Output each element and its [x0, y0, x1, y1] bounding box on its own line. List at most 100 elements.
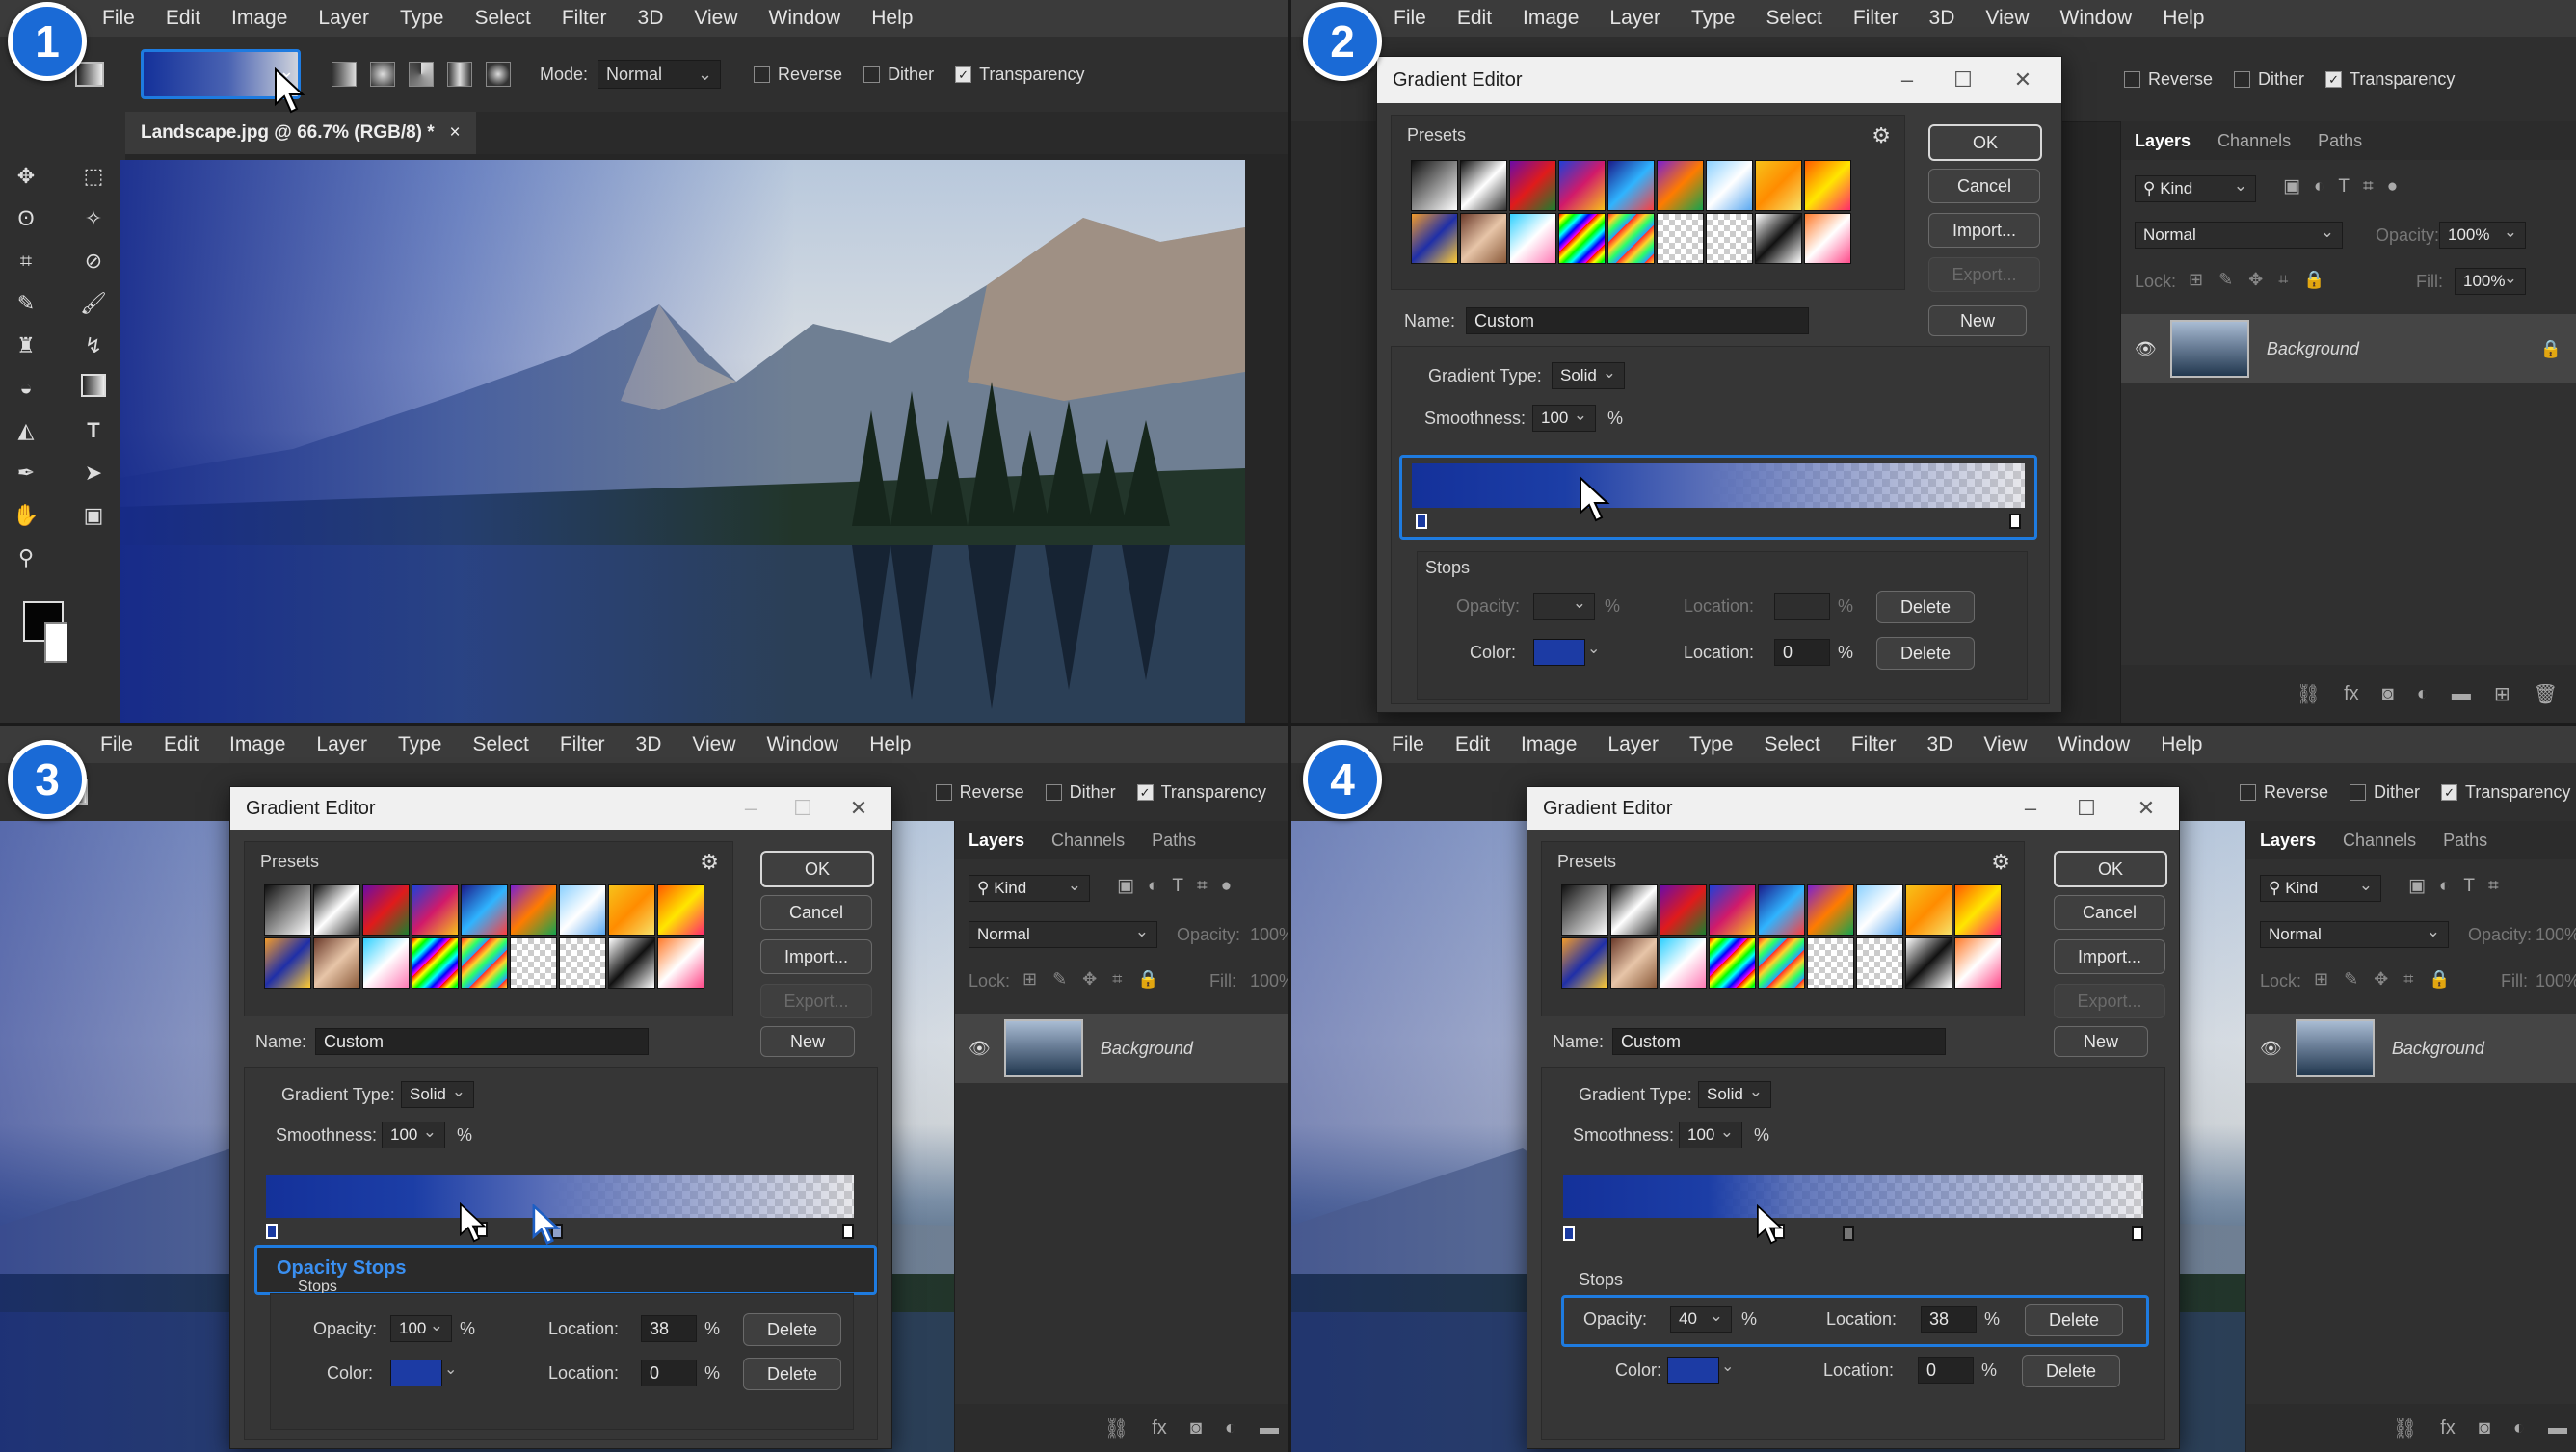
dither-checkbox[interactable]: Dither	[863, 65, 934, 85]
menu-view[interactable]: View	[1970, 7, 2044, 30]
preset-swatch[interactable]	[1709, 937, 1756, 989]
smoothness-select[interactable]: 100	[382, 1122, 445, 1148]
color-stop-right[interactable]	[842, 1224, 854, 1239]
layer-fill-field[interactable]: 100%	[2455, 268, 2526, 295]
preset-swatch[interactable]	[1758, 937, 1805, 989]
dither-checkbox[interactable]: Dither	[2350, 782, 2420, 803]
preset-swatch[interactable]	[1807, 884, 1854, 936]
trash-icon[interactable]: 🗑	[2534, 682, 2558, 706]
name-field[interactable]: Custom	[1466, 307, 1809, 334]
import-button[interactable]: Import...	[760, 939, 872, 974]
fx-icon[interactable]: fx	[2440, 1417, 2456, 1439]
preset-swatch[interactable]	[1755, 213, 1802, 264]
stop-color-swatch[interactable]	[1667, 1357, 1719, 1384]
preset-swatch[interactable]	[1905, 884, 1952, 936]
preset-swatch[interactable]	[1558, 160, 1606, 211]
document-tab[interactable]: Landscape.jpg @ 66.7% (RGB/8) * ×	[125, 112, 476, 154]
menu-filter[interactable]: Filter	[1836, 733, 1912, 756]
menu-filter[interactable]: Filter	[544, 733, 621, 756]
close-icon[interactable]: ✕	[2127, 787, 2165, 830]
menu-view[interactable]: View	[678, 7, 753, 30]
color-stop-right[interactable]	[2132, 1226, 2143, 1241]
canvas-landscape-image[interactable]	[120, 160, 1245, 723]
menu-edit[interactable]: Edit	[150, 7, 216, 30]
slice-tool-icon[interactable]: ⊘	[79, 247, 108, 276]
menu-type[interactable]: Type	[383, 733, 458, 756]
menu-window[interactable]: Window	[2043, 733, 2146, 756]
tab-paths[interactable]: Paths	[1138, 831, 1209, 851]
preset-swatch[interactable]	[608, 937, 655, 989]
folder-icon[interactable]: ▬	[1260, 1417, 1279, 1439]
ok-button[interactable]: OK	[1928, 124, 2042, 161]
close-icon[interactable]: ✕	[2004, 57, 2042, 103]
folder-icon[interactable]: ▬	[2548, 1417, 2567, 1439]
preset-swatch[interactable]	[510, 937, 557, 989]
preset-swatch[interactable]	[1954, 937, 2002, 989]
color-location-field[interactable]: 0	[1774, 639, 1830, 666]
opacity-stop-second[interactable]	[1843, 1226, 1854, 1241]
smoothness-select[interactable]: 100	[1532, 405, 1596, 432]
preset-swatch[interactable]	[1706, 160, 1753, 211]
new-layer-icon[interactable]: ⊞	[2494, 682, 2510, 706]
preset-swatch[interactable]	[657, 937, 704, 989]
eye-icon[interactable]: 👁	[969, 1039, 991, 1059]
name-field[interactable]: Custom	[315, 1028, 649, 1055]
gear-icon[interactable]: ⚙	[1872, 123, 1891, 148]
layer-row-background[interactable]: 👁 Background 🔒	[2121, 314, 2576, 383]
tab-channels[interactable]: Channels	[2204, 131, 2304, 151]
delete-opacity-stop-button[interactable]: Delete	[2025, 1304, 2123, 1336]
menu-3d[interactable]: 3D	[1912, 733, 1969, 756]
tab-channels[interactable]: Channels	[2329, 831, 2430, 851]
menu-help[interactable]: Help	[2145, 733, 2217, 756]
diamond-gradient-button[interactable]	[486, 62, 511, 87]
minimize-icon[interactable]: –	[2011, 787, 2050, 830]
maximize-icon[interactable]: ☐	[1944, 57, 1982, 103]
angle-gradient-button[interactable]	[409, 62, 434, 87]
preset-swatch[interactable]	[1561, 884, 1608, 936]
delete-color-stop-button[interactable]: Delete	[2022, 1355, 2120, 1387]
preset-swatch[interactable]	[1905, 937, 1952, 989]
layer-filter-icons[interactable]: ▣◐T⌗	[2408, 875, 2512, 897]
gradient-type-select[interactable]: Solid	[1698, 1081, 1771, 1108]
history-brush-tool-icon[interactable]: ↯	[79, 331, 108, 360]
menu-select[interactable]: Select	[459, 7, 545, 30]
preset-swatch[interactable]	[1706, 213, 1753, 264]
menu-view[interactable]: View	[677, 733, 751, 756]
layer-filter-icons[interactable]: ▣◐T⌗●	[1117, 875, 1245, 897]
reverse-checkbox[interactable]: Reverse	[754, 65, 842, 85]
preset-swatch[interactable]	[461, 884, 508, 936]
reverse-checkbox[interactable]: Reverse	[2124, 69, 2213, 90]
layer-kind-filter[interactable]: ⚲ Kind	[2260, 875, 2381, 902]
gear-icon[interactable]: ⚙	[1991, 850, 2010, 875]
transparency-checkbox[interactable]: ✓ Transparency	[2325, 69, 2455, 90]
mask-icon[interactable]: ◙	[2382, 683, 2394, 705]
tab-paths[interactable]: Paths	[2430, 831, 2501, 851]
menu-image[interactable]: Image	[216, 7, 303, 30]
layer-row-background[interactable]: 👁 Background	[2246, 1014, 2576, 1083]
preset-swatch[interactable]	[1804, 160, 1851, 211]
blur-tool-icon[interactable]: ◭	[12, 416, 40, 445]
zoom-tool-icon[interactable]: ⚲	[12, 543, 40, 572]
adjustment-icon[interactable]: ◐	[1225, 1417, 1236, 1439]
preset-swatch[interactable]	[1610, 937, 1658, 989]
color-stop-left[interactable]	[266, 1224, 278, 1239]
ok-button[interactable]: OK	[2054, 851, 2167, 887]
magic-wand-tool-icon[interactable]: ✧	[79, 204, 108, 233]
chevron-down-icon[interactable]: ⌄	[1587, 639, 1600, 658]
preset-swatch[interactable]	[1660, 884, 1707, 936]
mask-icon[interactable]: ◙	[1190, 1417, 1202, 1439]
fx-icon[interactable]: fx	[2344, 683, 2359, 705]
menu-layer[interactable]: Layer	[303, 7, 385, 30]
gear-icon[interactable]: ⚙	[700, 850, 719, 875]
layer-kind-filter[interactable]: ⚲ Kind	[2135, 175, 2256, 202]
type-tool-icon[interactable]: T	[79, 416, 108, 445]
preset-swatch[interactable]	[1607, 213, 1655, 264]
preset-swatch[interactable]	[1804, 213, 1851, 264]
color-location-field[interactable]: 0	[641, 1360, 697, 1386]
menu-file[interactable]: File	[1378, 7, 1442, 30]
preset-swatch[interactable]	[461, 937, 508, 989]
adjustment-icon[interactable]: ◐	[2417, 683, 2429, 705]
menu-select[interactable]: Select	[1750, 7, 1837, 30]
gradient-bar[interactable]	[1412, 463, 2025, 508]
menu-image[interactable]: Image	[1507, 7, 1594, 30]
